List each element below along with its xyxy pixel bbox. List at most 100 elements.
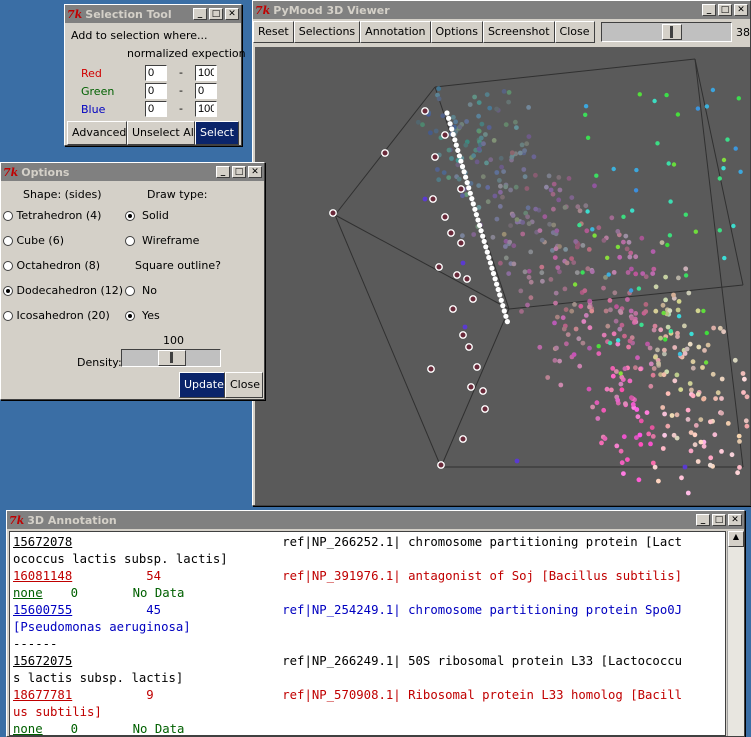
data-point xyxy=(498,183,503,189)
zoom-slider[interactable] xyxy=(600,22,732,42)
red-min-input[interactable] xyxy=(145,65,167,81)
blue-min-input[interactable] xyxy=(145,101,167,117)
reset-button[interactable]: Reset xyxy=(253,21,294,43)
minimize-icon[interactable]: _ xyxy=(696,514,710,526)
maximize-icon[interactable]: □ xyxy=(209,8,223,20)
data-point xyxy=(517,150,523,156)
data-point xyxy=(501,231,507,237)
density-label: Density: xyxy=(77,356,122,369)
shape-option-tetrahedron[interactable]: Tetrahedron (4) xyxy=(3,209,101,222)
annotation-button[interactable]: Annotation xyxy=(360,21,431,43)
data-point xyxy=(455,147,461,153)
draw-label: Wireframe xyxy=(142,234,200,247)
close-icon[interactable]: ✕ xyxy=(734,4,748,16)
green-min-input[interactable] xyxy=(145,83,167,99)
3d-canvas[interactable] xyxy=(255,47,750,505)
radio-icon[interactable] xyxy=(3,286,13,296)
density-slider-handle[interactable] xyxy=(158,350,186,366)
selection-titlebar[interactable]: 7k Selection Tool _ □ ✕ xyxy=(65,5,241,23)
data-point xyxy=(477,222,483,228)
slider-handle[interactable] xyxy=(661,24,682,40)
3d-scene[interactable] xyxy=(255,47,750,505)
gi-link[interactable]: none xyxy=(13,586,43,600)
shape-option-octahedron[interactable]: Octahedron (8) xyxy=(3,259,100,272)
radio-icon[interactable] xyxy=(125,236,135,246)
data-point xyxy=(467,383,475,391)
close-icon[interactable]: ✕ xyxy=(225,8,239,20)
data-point xyxy=(440,113,446,119)
screenshot-button[interactable]: Screenshot xyxy=(482,21,555,43)
maximize-icon[interactable]: □ xyxy=(712,514,726,526)
advanced-button[interactable]: Advanced xyxy=(67,121,127,145)
red-max-input[interactable] xyxy=(195,65,217,81)
minimize-icon[interactable]: _ xyxy=(216,166,230,178)
unselect-all-button[interactable]: Unselect All xyxy=(127,121,197,145)
select-button[interactable]: Select xyxy=(195,121,239,145)
selection-tool-window: 7k Selection Tool _ □ ✕ Add to selection… xyxy=(64,4,246,146)
minimize-icon[interactable]: _ xyxy=(702,4,716,16)
data-point xyxy=(605,255,610,260)
data-point xyxy=(494,106,499,112)
options-button[interactable]: Options xyxy=(430,21,483,43)
maximize-icon[interactable]: □ xyxy=(232,166,246,178)
radio-icon[interactable] xyxy=(3,211,13,221)
annotation-titlebar[interactable]: 7k 3D Annotation _ □ ✕ xyxy=(7,511,744,529)
data-point xyxy=(609,215,615,221)
close-button[interactable]: Close xyxy=(554,21,595,43)
density-slider[interactable] xyxy=(121,349,221,367)
data-point xyxy=(695,308,701,314)
gi-link[interactable]: 15672078 xyxy=(13,535,72,549)
close-icon[interactable]: ✕ xyxy=(728,514,742,526)
gi-link[interactable]: 16081148 xyxy=(13,569,72,583)
radio-icon[interactable] xyxy=(3,311,13,321)
radio-icon[interactable] xyxy=(125,286,135,296)
data-point xyxy=(441,131,449,139)
gi-link[interactable]: 18677781 xyxy=(13,688,72,702)
data-point xyxy=(639,235,645,241)
radio-icon[interactable] xyxy=(125,311,135,321)
blue-max-input[interactable] xyxy=(195,101,217,117)
viewer-titlebar[interactable]: 7k PyMood 3D Viewer _ □ ✕ xyxy=(253,1,750,19)
data-point xyxy=(733,146,738,151)
data-point xyxy=(731,223,736,229)
close-options-button[interactable]: Close xyxy=(225,372,263,398)
data-point xyxy=(634,407,640,412)
scroll-up-icon[interactable]: ▲ xyxy=(728,531,744,547)
annotation-scrollbar[interactable]: ▲ xyxy=(727,531,744,736)
annotation-line: s lactis subsp. lactis] xyxy=(13,670,722,687)
shape-option-cube[interactable]: Cube (6) xyxy=(3,234,64,247)
data-point xyxy=(698,439,704,445)
maximize-icon[interactable]: □ xyxy=(718,4,732,16)
minimize-icon[interactable]: _ xyxy=(193,8,207,20)
annotation-text[interactable]: 15672078 ref|NP_266252.1| chromosome part… xyxy=(9,531,726,736)
close-icon[interactable]: ✕ xyxy=(248,166,262,178)
selections-button[interactable]: Selections xyxy=(293,21,361,43)
update-button[interactable]: Update xyxy=(179,372,225,398)
data-point xyxy=(488,157,494,163)
radio-icon[interactable] xyxy=(3,261,13,271)
data-point xyxy=(719,376,725,382)
green-max-input[interactable] xyxy=(195,83,217,99)
gi-link[interactable]: 15672075 xyxy=(13,654,72,668)
gi-link[interactable]: none xyxy=(13,722,43,735)
radio-icon[interactable] xyxy=(3,236,13,246)
draw-option-solid[interactable]: Solid xyxy=(125,209,169,222)
data-point xyxy=(677,351,683,357)
gi-link[interactable]: 15600755 xyxy=(13,603,72,617)
draw-option-wireframe[interactable]: Wireframe xyxy=(125,234,199,247)
data-point xyxy=(725,421,731,426)
data-point xyxy=(659,240,665,246)
data-point xyxy=(554,345,559,351)
options-titlebar[interactable]: 7k Options _ □ ✕ xyxy=(1,163,264,181)
shape-option-dodecahedron[interactable]: Dodecahedron (12) xyxy=(3,284,123,297)
data-point xyxy=(615,397,621,403)
data-point xyxy=(617,254,623,260)
data-point xyxy=(526,221,532,227)
data-point xyxy=(461,169,467,175)
shape-option-icosahedron[interactable]: Icosahedron (20) xyxy=(3,309,110,322)
outline-option-no[interactable]: No xyxy=(125,284,157,297)
data-point xyxy=(556,197,562,203)
radio-icon[interactable] xyxy=(125,211,135,221)
data-point xyxy=(702,348,707,353)
outline-option-yes[interactable]: Yes xyxy=(125,309,160,322)
